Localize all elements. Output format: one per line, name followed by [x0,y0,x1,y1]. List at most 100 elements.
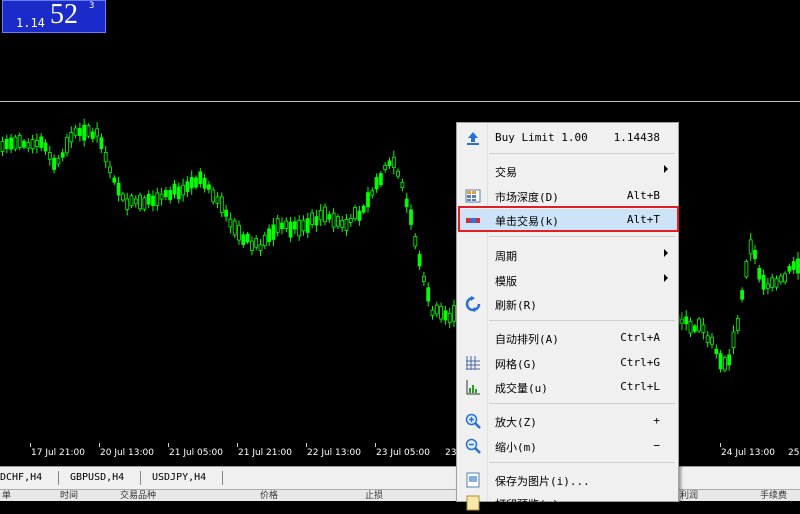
tab-usdchf[interactable]: DCHF,H4 [0,472,42,483]
column-header[interactable]: 单 [2,490,11,501]
candle-body [770,277,775,288]
candle-body [400,181,405,189]
candle-body [353,206,358,220]
candle-body [783,273,787,283]
axis-tick-mark [99,443,100,447]
axis-tick-mark [720,443,721,447]
candle-body [701,324,706,333]
candle-body [189,176,194,189]
candle-body [791,261,796,270]
candle-body [761,274,766,290]
candle-body [249,240,254,251]
menu-item-market-depth[interactable]: 市场深度(D) Alt+B [457,185,678,207]
axis-tick-label: 23 [445,448,457,458]
grid-icon [466,356,480,370]
menu-item-label: 成交量(u) [495,382,548,395]
menu-item-label: 刷新(R) [495,299,537,312]
candle-body [112,177,117,183]
candle-body [176,186,181,200]
menu-item-label: 打印预览(v) [495,498,559,511]
axis-tick-label: 21 Jul 21:00 [238,448,292,458]
column-header[interactable]: 交易品种 [120,490,156,501]
axis-tick-label: 22 Jul 13:00 [307,448,361,458]
candle-body [151,195,155,206]
candle-body [163,190,168,198]
candle-body [327,214,332,220]
menu-item-print-preview[interactable]: 打印预览(v) [457,492,678,514]
axis-tick-label: 23 Jul 05:00 [376,448,430,458]
menu-item-zoom-in[interactable]: 放大(Z) + [457,410,678,432]
candle-body [710,336,714,345]
candle-body [688,321,693,334]
candle-body [56,157,61,165]
submenu-arrow-icon [664,249,668,257]
candle-body [443,310,448,321]
save-picture-icon [466,472,480,488]
price-level-line[interactable] [0,101,800,102]
candle-body [705,335,710,343]
column-header[interactable]: 价格 [260,490,278,501]
tab-usdjpy[interactable]: USDJPY,H4 [152,472,206,483]
menu-item-template[interactable]: 模版 [457,269,678,291]
axis-tick-mark [168,443,169,447]
candle-body [142,197,147,210]
candle-body [778,275,783,283]
tab-gbpusd[interactable]: GBPUSD,H4 [70,472,124,483]
candle-body [404,198,409,208]
column-header[interactable]: 时间 [60,490,78,501]
candle-body [168,190,173,201]
menu-item-shortcut: Alt+B [626,189,660,202]
candle-body [219,196,224,213]
candle-body [310,212,315,225]
menu-item-label: 周期 [495,250,517,263]
candle-body [735,318,740,332]
menu-item-buy-limit[interactable]: Buy Limit 1.00 1.14438 [457,127,678,149]
menu-item-period[interactable]: 周期 [457,244,678,266]
column-header[interactable]: 利润 [680,490,698,501]
candle-body [121,193,125,201]
menu-item-auto-arrange[interactable]: 自动排列(A) Ctrl+A [457,327,678,349]
candle-body [335,216,340,227]
candle-body [305,218,310,233]
column-header[interactable]: 手续费 [760,490,787,501]
candlestick-series [0,118,800,373]
candle-body [314,216,319,226]
menu-separator [489,153,675,154]
candle-body [357,210,362,221]
menu-item-trade[interactable]: 交易 [457,160,678,182]
candle-body [374,177,379,190]
menu-item-label: 保存为图片(i)... [495,475,590,488]
refresh-icon [465,296,481,312]
menu-separator [489,462,675,463]
price-chart[interactable]: 1.14 52 3 [0,0,800,442]
menu-item-zoom-out[interactable]: 缩小(m) − [457,435,678,457]
time-axis: 17 Jul 21:00 20 Jul 13:00 21 Jul 05:00 2… [0,443,800,465]
candle-body [99,137,104,150]
candle-body [254,237,259,248]
candle-body [103,152,108,163]
candle-body [215,196,220,204]
menu-item-grid[interactable]: 网格(G) Ctrl+G [457,352,678,374]
menu-item-refresh[interactable]: 刷新(R) [457,293,678,315]
column-header[interactable]: 止损 [365,490,383,501]
menu-item-one-click-trading[interactable]: 单击交易(k) Alt+T [457,209,678,231]
candle-body [748,239,753,255]
chart-tab-bar: DCHF,H4 GBPUSD,H4 USDJPY,H4 [0,466,800,489]
candle-body [228,218,233,228]
price-fraction-digit: 3 [89,1,95,11]
menu-item-volume[interactable]: 成交量(u) Ctrl+L [457,376,678,398]
candle-body [4,138,9,150]
candle-body [237,224,241,241]
menu-item-shortcut: Ctrl+A [620,331,660,344]
candle-body [417,254,422,267]
axis-tick-label: 20 Jul 13:00 [100,448,154,458]
submenu-arrow-icon [664,165,668,173]
candle-body [718,353,723,370]
candle-body [774,278,779,288]
menu-item-save-as-picture[interactable]: 保存为图片(i)... [457,469,678,491]
candle-body [280,222,284,230]
axis-tick-label: 17 Jul 21:00 [31,448,85,458]
candle-body [344,219,349,231]
candle-body [78,128,82,137]
candle-body [275,218,280,233]
